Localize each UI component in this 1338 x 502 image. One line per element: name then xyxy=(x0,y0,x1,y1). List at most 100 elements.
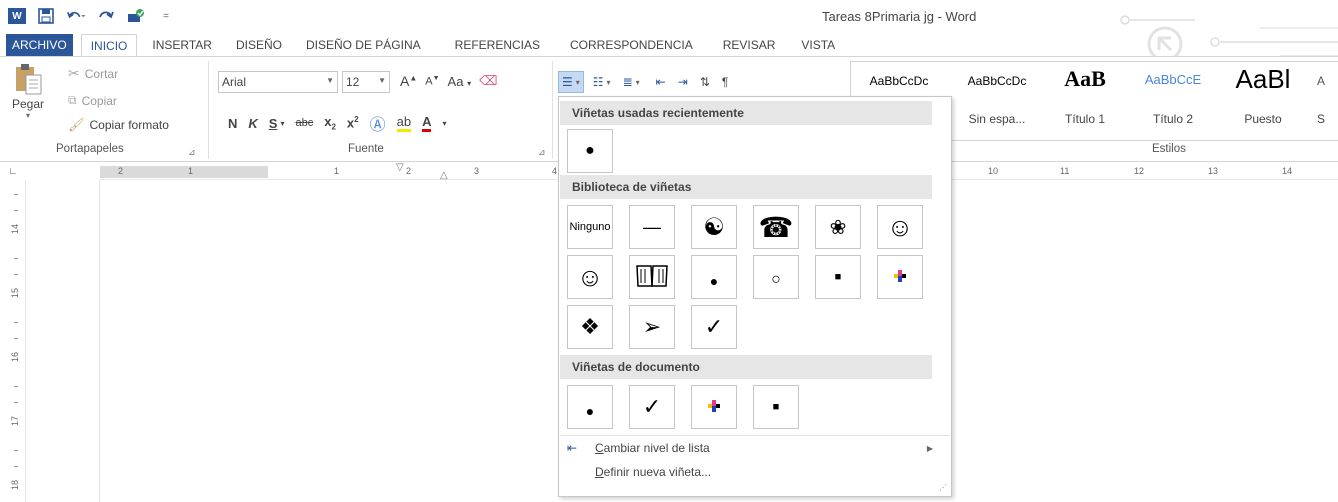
text-effects-icon[interactable]: Ⓐ xyxy=(370,111,386,135)
ribbon-tabs: ARCHIVO INICIO INSERTAR DISEÑO DISEÑO DE… xyxy=(0,34,844,56)
bullet-recent-filled-circle[interactable]: ● xyxy=(567,129,613,173)
show-marks-button[interactable]: ¶ xyxy=(719,71,731,93)
tab-archivo[interactable]: ARCHIVO xyxy=(6,34,73,56)
underline-button[interactable]: S xyxy=(269,116,278,131)
underline-dropdown-icon[interactable]: ▾ xyxy=(280,119,284,128)
style-name: Sin espa... xyxy=(968,112,1026,126)
bullet-yin-yang[interactable]: ☯ xyxy=(691,205,737,249)
redo-icon[interactable] xyxy=(96,7,116,25)
font-launcher-icon[interactable]: ⊿ xyxy=(538,147,546,158)
word-window: W = Tareas 8Primaria jg - Word ARCHIVO I… xyxy=(0,0,1338,502)
bullet-smiley-2[interactable]: ☺ xyxy=(567,255,613,299)
change-case-button[interactable]: Aa ▾ xyxy=(448,74,472,89)
resize-grip-icon[interactable]: ⋰ xyxy=(939,483,947,492)
bullet-diamond-cluster[interactable]: ❖ xyxy=(567,305,613,349)
bullet-doc-colored-plus[interactable] xyxy=(691,385,737,429)
paragraph-list-buttons: ☰ ▾ ☷ ▾ ≣ ▾ ⇤ ⇥ ⇅ ¶ xyxy=(558,71,731,93)
italic-button[interactable]: K xyxy=(248,116,257,131)
bullet-telephone[interactable]: ☎ xyxy=(753,205,799,249)
tab-insertar[interactable]: INSERTAR xyxy=(143,34,221,56)
ruler-tick xyxy=(14,210,18,211)
label-rest: ambiar nivel de lista xyxy=(603,441,710,455)
style-subtitulo[interactable]: A S xyxy=(1303,62,1338,140)
format-painter-button[interactable]: 🖌 Copiar formato xyxy=(68,117,169,133)
paste-button[interactable]: Pegar ▾ xyxy=(6,59,50,120)
bullet-filled-square[interactable]: ■ xyxy=(815,255,861,299)
clear-formatting-icon[interactable]: ⌫ xyxy=(479,73,497,89)
style-sample: AaBbCcDc xyxy=(967,74,1027,88)
font-row-1: A▲ A▼ Aa ▾ ⌫ xyxy=(400,73,497,89)
touch-mode-icon[interactable] xyxy=(126,7,146,25)
highlight-icon[interactable]: ab xyxy=(396,114,412,132)
bullet-arrowhead[interactable]: ➢ xyxy=(629,305,675,349)
undo-icon[interactable] xyxy=(66,7,86,25)
ruler-tick xyxy=(14,274,18,275)
bullet-doc-filled-square[interactable]: ■ xyxy=(753,385,799,429)
ruler-number: 12 xyxy=(1134,166,1145,176)
bullet-none[interactable]: Ninguno xyxy=(567,205,613,249)
style-titulo-2[interactable]: AaBbCcE Título 2 xyxy=(1125,62,1221,140)
bullet-smiley[interactable]: ☺ xyxy=(877,205,923,249)
define-new-bullet-item[interactable]: Definir nueva viñeta... xyxy=(567,461,711,483)
font-name-combo[interactable]: Arial ▼ xyxy=(218,71,338,93)
subscript-button[interactable]: x2 xyxy=(324,114,336,132)
style-sample: AaBbCcDc xyxy=(869,74,929,88)
tab-diseno[interactable]: DISEÑO xyxy=(227,34,291,56)
document-title: Tareas 8Primaria jg - Word xyxy=(822,9,977,24)
strikethrough-button[interactable]: abc xyxy=(295,117,313,129)
format-painter-label: Copiar formato xyxy=(89,118,169,132)
paste-icon xyxy=(13,61,43,97)
clipboard-launcher-icon[interactable]: ⊿ xyxy=(188,147,196,158)
bullet-book[interactable] xyxy=(629,255,675,299)
increase-indent-button[interactable]: ⇥ xyxy=(675,71,691,93)
ruler-number: 14 xyxy=(10,223,21,235)
tab-referencias[interactable]: REFERENCIAS xyxy=(446,34,549,56)
bullet-hollow-circle[interactable]: ○ xyxy=(753,255,799,299)
tab-inicio[interactable]: INICIO xyxy=(80,34,138,56)
bullet-checkmark[interactable]: ✓ xyxy=(691,305,737,349)
bullet-doc-checkmark[interactable]: ✓ xyxy=(629,385,675,429)
chevron-down-icon: ▼ xyxy=(326,76,334,85)
customize-qat-icon[interactable]: = xyxy=(156,7,176,25)
font-color-dropdown-icon[interactable]: ▾ xyxy=(442,119,446,128)
ruler-tick xyxy=(14,258,18,259)
numbering-button[interactable]: ☷ ▾ xyxy=(590,71,614,93)
superscript-button[interactable]: x2 xyxy=(347,115,359,130)
font-size-combo[interactable]: 12 ▼ xyxy=(342,71,390,93)
checkmark-icon: ✓ xyxy=(642,394,662,419)
arrowhead-icon: ➢ xyxy=(642,314,662,339)
ruler-number: 17 xyxy=(10,415,21,427)
bold-button[interactable]: N xyxy=(228,116,237,131)
save-icon[interactable] xyxy=(36,7,56,25)
decrease-indent-button[interactable]: ⇤ xyxy=(653,71,669,93)
copy-button[interactable]: ⧉ Copiar xyxy=(68,93,117,108)
shrink-font-icon[interactable]: A▼ xyxy=(425,75,439,88)
font-color-icon[interactable]: A xyxy=(422,114,432,132)
change-list-level-item[interactable]: ⇤ Cambiar nivel de lista ▶ xyxy=(567,437,945,459)
tab-revisar[interactable]: REVISAR xyxy=(714,34,785,56)
style-puesto[interactable]: AaBl Puesto xyxy=(1215,62,1311,140)
bullets-button[interactable]: ☰ ▾ xyxy=(558,71,584,93)
style-sin-espaciado[interactable]: AaBbCcDc Sin espa... xyxy=(949,62,1045,140)
tab-correspondencia[interactable]: CORRESPONDENCIA xyxy=(561,34,702,56)
tab-vista[interactable]: VISTA xyxy=(792,34,844,56)
bullet-filled-circle[interactable]: ● xyxy=(691,255,737,299)
style-titulo-1[interactable]: AaB Título 1 xyxy=(1037,62,1133,140)
paste-dropdown-icon[interactable]: ▾ xyxy=(6,111,50,120)
sort-icon: ⇅ xyxy=(699,75,710,89)
bullet-colored-plus[interactable] xyxy=(877,255,923,299)
group-separator xyxy=(208,61,209,159)
cut-button[interactable]: ✂ Cortar xyxy=(68,65,118,82)
multilevel-list-button[interactable]: ≣ ▾ xyxy=(620,71,643,93)
bullet-dash[interactable]: — xyxy=(629,205,675,249)
sort-button[interactable]: ⇅ xyxy=(697,71,713,93)
first-line-indent-marker[interactable]: ▽ xyxy=(396,162,404,173)
tab-diseno-de-pagina[interactable]: DISEÑO DE PÁGINA xyxy=(297,34,430,56)
flower-icon: ❀ xyxy=(829,216,847,239)
grow-font-icon[interactable]: A▲ xyxy=(400,73,417,89)
bullet-flower[interactable]: ❀ xyxy=(815,205,861,249)
tab-selector-icon[interactable]: ∟ xyxy=(8,166,20,178)
bullet-doc-filled-circle[interactable]: ● xyxy=(567,385,613,429)
change-case-label: Aa xyxy=(447,73,464,89)
word-icon[interactable]: W xyxy=(8,8,26,24)
